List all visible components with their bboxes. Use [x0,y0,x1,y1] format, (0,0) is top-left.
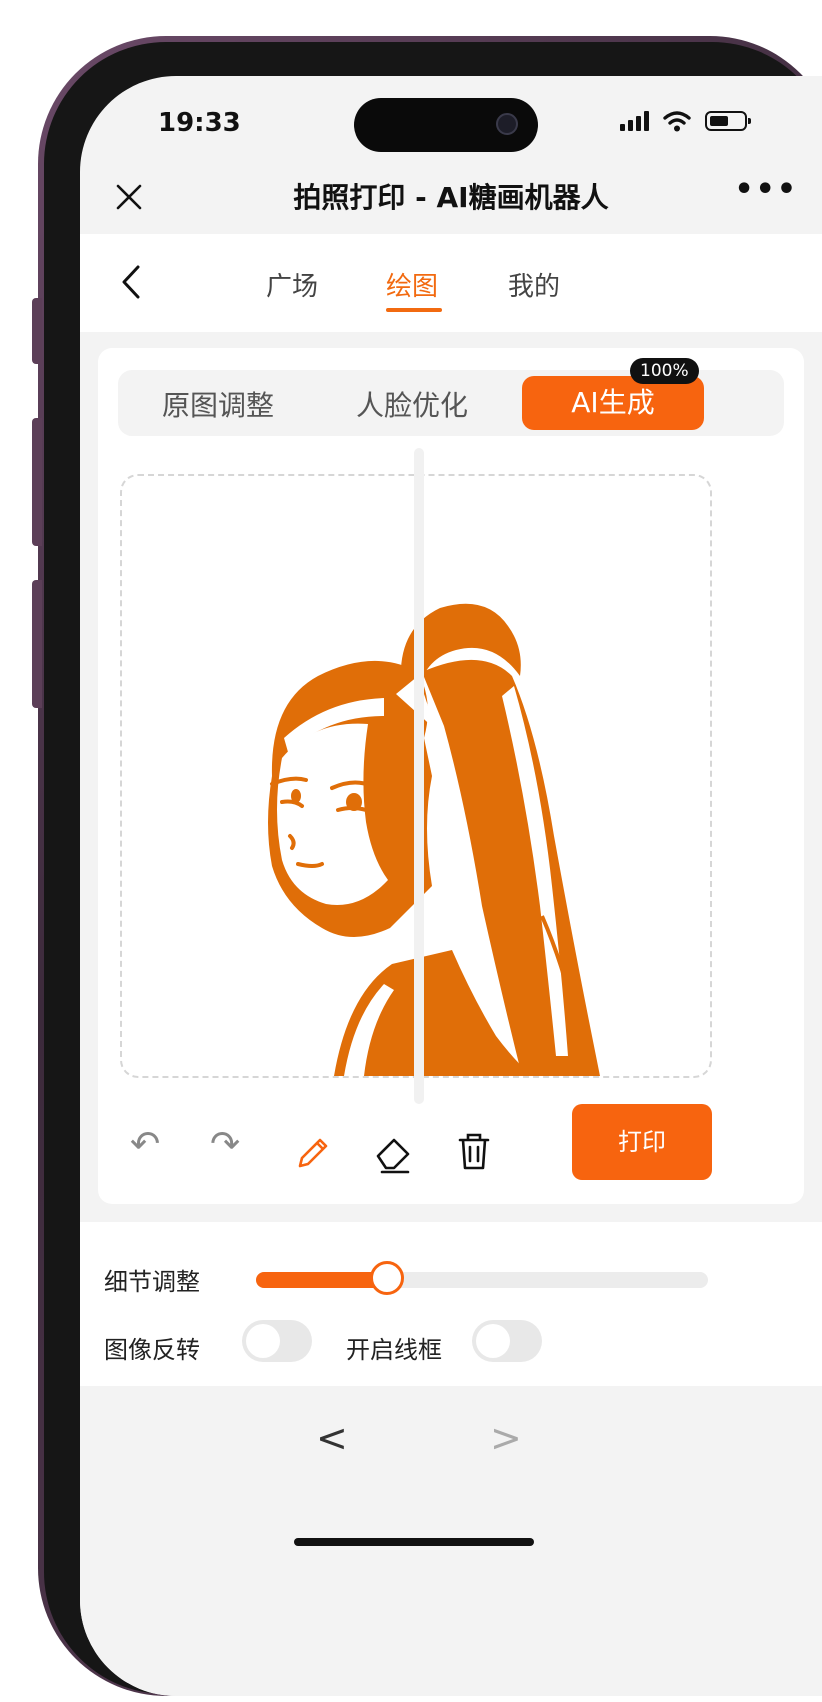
home-indicator[interactable] [294,1538,534,1546]
invert-toggle-knob [246,1324,280,1358]
frame-toggle-knob [476,1324,510,1358]
mode-face-optimize[interactable]: 人脸优化 [356,384,468,424]
back-icon[interactable] [120,264,142,300]
detail-slider[interactable] [256,1261,708,1295]
tab-square[interactable]: 广场 [266,266,318,303]
battery-icon [705,111,751,131]
invert-toggle[interactable] [242,1320,312,1362]
wifi-icon [663,111,691,132]
mode-original-adjust[interactable]: 原图调整 [162,384,274,424]
redo-icon[interactable]: ↷ [210,1124,240,1165]
volume-up-button [32,418,42,546]
browser-bottom-bar: < > [80,1386,822,1696]
detail-label: 细节调整 [104,1268,200,1296]
frame-toggle[interactable] [472,1320,542,1362]
mute-switch [32,298,42,364]
camera-icon [496,113,518,135]
print-button[interactable]: 打印 [572,1104,712,1180]
mode-ai-generate-label: AI生成 [571,386,655,419]
progress-badge: 100% [630,358,699,384]
page-title: 拍照打印 - AI糖画机器人 [293,181,609,214]
pencil-icon[interactable] [292,1134,332,1174]
settings-panel: 细节调整 图像反转 开启线框 [80,1222,822,1386]
prev-page-icon[interactable]: < [316,1416,348,1460]
tab-mine[interactable]: 我的 [508,266,560,303]
top-nav: 广场 绘图 我的 [80,234,822,332]
detail-slider-thumb[interactable] [370,1261,404,1295]
active-tab-indicator [386,308,442,312]
app-header: 拍照打印 - AI糖画机器人 ••• [80,162,822,234]
mode-selector: 原图调整 人脸优化 AI生成 100% [118,358,784,436]
next-page-icon[interactable]: > [490,1416,522,1460]
more-icon[interactable]: ••• [734,172,798,207]
trash-icon[interactable] [456,1130,492,1172]
volume-down-button [32,580,42,708]
undo-icon[interactable]: ↶ [130,1124,160,1165]
signal-icon [620,111,649,131]
status-icons [620,110,751,132]
frame-label: 开启线框 [346,1336,442,1364]
dynamic-island [354,98,538,152]
tab-draw[interactable]: 绘图 [386,266,438,303]
split-divider[interactable] [414,448,424,1104]
eraser-icon[interactable] [372,1134,414,1174]
editor-card: 原图调整 人脸优化 AI生成 100% ↶ ↷ 打印 [98,348,804,1204]
close-icon[interactable] [114,182,144,212]
invert-label: 图像反转 [104,1336,200,1364]
mode-ai-generate[interactable]: AI生成 [522,376,704,430]
screen: 19:33 拍照打印 - AI糖画机器人 ••• 广场 绘图 我的 原图调整 人… [80,76,822,1696]
status-time: 19:33 [158,108,241,138]
